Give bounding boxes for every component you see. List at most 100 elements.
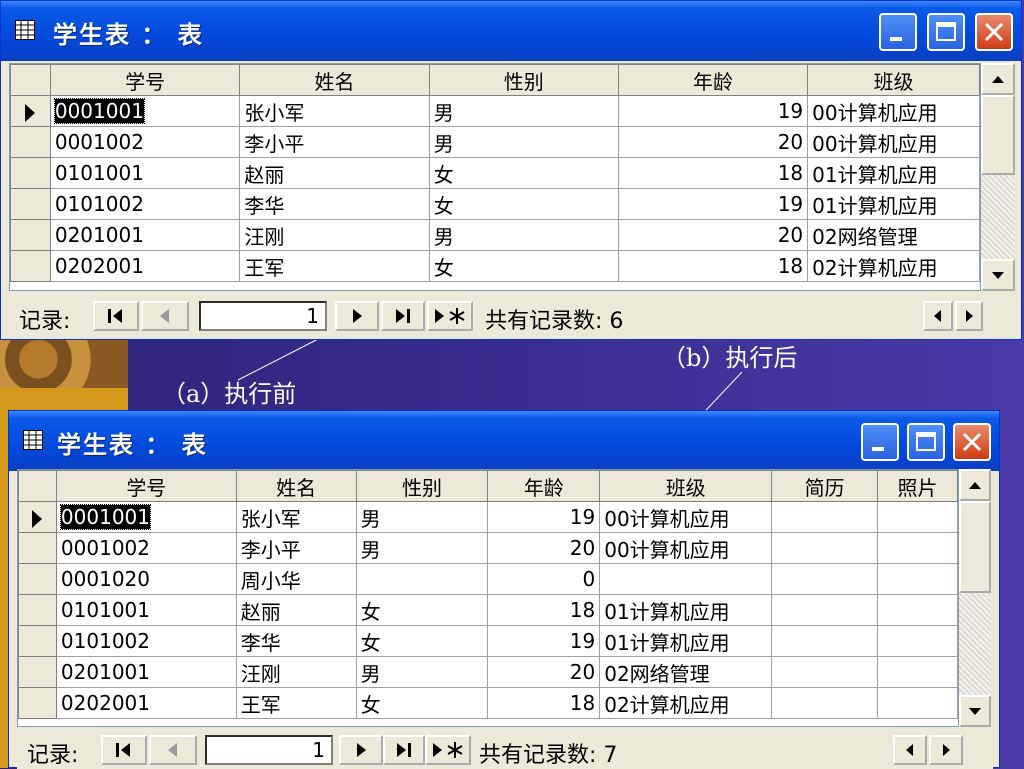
vertical-scrollbar[interactable]	[959, 469, 991, 727]
table-window-before[interactable]: 学生表 ： 表 学号 姓名 性别 年龄 班级 0001001 张小军男 19 00计算机应用 0…	[0, 0, 1022, 340]
table-cell[interactable]: 男	[428, 95, 619, 127]
table-cell[interactable]: 18	[617, 157, 809, 189]
table-cell[interactable]: 0201001	[49, 219, 241, 251]
table-row[interactable]: 0101002 李华女 19 01计算机应用	[18, 625, 958, 657]
record-selector[interactable]	[18, 625, 57, 657]
record-selector[interactable]	[10, 250, 51, 282]
table-cell[interactable]: 周小华	[235, 563, 357, 595]
table-cell[interactable]: 02计算机应用	[807, 250, 980, 282]
table-cell[interactable]	[771, 563, 878, 595]
close-button[interactable]	[975, 13, 1013, 51]
table-cell[interactable]: 00计算机应用	[807, 126, 980, 158]
scroll-down-button[interactable]	[981, 259, 1015, 291]
column-header[interactable]: 性别	[428, 64, 619, 96]
table-cell[interactable]: 02网络管理	[807, 219, 980, 251]
table-cell[interactable]: 女	[428, 250, 619, 282]
table-cell[interactable]: 19	[487, 625, 601, 657]
scroll-thumb[interactable]	[981, 95, 1015, 175]
table-cell[interactable]: 男	[355, 501, 489, 533]
table-row[interactable]: 0001002 李小平男 20 00计算机应用	[18, 532, 958, 564]
table-cell[interactable]	[771, 687, 878, 719]
table-cell[interactable]: 20	[617, 126, 809, 158]
table-cell[interactable]: 赵丽	[239, 157, 430, 189]
table-cell[interactable]: 19	[617, 188, 809, 220]
title-bar[interactable]: 学生表 ： 表	[1, 1, 1021, 61]
table-cell[interactable]	[877, 563, 958, 595]
column-header[interactable]: 班级	[599, 470, 773, 502]
table-cell[interactable]: 01计算机应用	[599, 625, 773, 657]
maximize-button[interactable]	[907, 423, 945, 461]
table-cell[interactable]: 20	[617, 219, 809, 251]
last-record-button[interactable]	[381, 301, 425, 331]
table-cell[interactable]: 赵丽	[235, 594, 357, 626]
column-header[interactable]: 班级	[807, 64, 980, 96]
scroll-left-button[interactable]	[893, 735, 927, 765]
scroll-thumb[interactable]	[959, 501, 991, 593]
table-cell[interactable]	[877, 656, 958, 688]
table-cell[interactable]: 19	[617, 95, 809, 127]
record-selector[interactable]	[18, 656, 57, 688]
datasheet-grid[interactable]: 学号 姓名 性别 年龄 班级 简历 照片 0001001 张小军男 19 00计算机应用 00010…	[17, 469, 959, 727]
table-row[interactable]: 0202001 王军女 18 02计算机应用	[10, 250, 980, 282]
minimize-button[interactable]	[861, 423, 899, 461]
table-cell[interactable]: 李小平	[239, 126, 430, 158]
table-row[interactable]: 0101001 赵丽女 18 01计算机应用	[18, 594, 958, 626]
table-cell[interactable]	[771, 625, 878, 657]
table-cell[interactable]: 0101002	[55, 625, 237, 657]
record-selector[interactable]	[10, 219, 51, 251]
vertical-scrollbar[interactable]	[981, 63, 1015, 291]
table-cell[interactable]: 王军	[239, 250, 430, 282]
column-header[interactable]: 照片	[877, 470, 958, 502]
table-cell[interactable]: 0202001	[55, 687, 237, 719]
last-record-button[interactable]	[383, 735, 425, 765]
table-cell[interactable]	[599, 563, 773, 595]
table-cell[interactable]: 0	[487, 563, 601, 595]
prev-record-button[interactable]	[149, 735, 197, 765]
table-cell[interactable]: 01计算机应用	[807, 188, 980, 220]
table-row[interactable]: 0001001 张小军男 19 00计算机应用	[10, 95, 980, 127]
table-cell[interactable]: 李小平	[235, 532, 357, 564]
table-cell[interactable]	[771, 656, 878, 688]
table-cell[interactable]: 0201001	[55, 656, 237, 688]
table-cell[interactable]	[877, 501, 958, 533]
table-row[interactable]: 0001020 周小华 0	[18, 563, 958, 595]
table-cell[interactable]: 02计算机应用	[599, 687, 773, 719]
column-header[interactable]: 年龄	[617, 64, 809, 96]
table-row[interactable]: 0001001 张小军男 19 00计算机应用	[18, 501, 958, 533]
table-cell[interactable]: 李华	[239, 188, 430, 220]
column-header[interactable]: 性别	[355, 470, 489, 502]
record-selector[interactable]	[10, 126, 51, 158]
table-cell[interactable]: 女	[428, 157, 619, 189]
table-cell[interactable]: 李华	[235, 625, 357, 657]
record-selector[interactable]	[18, 594, 57, 626]
scroll-up-button[interactable]	[981, 63, 1015, 95]
table-cell[interactable]: 00计算机应用	[807, 95, 980, 127]
table-cell[interactable]: 00计算机应用	[599, 501, 773, 533]
table-cell[interactable]: 0101001	[55, 594, 237, 626]
table-cell[interactable]: 20	[487, 656, 601, 688]
column-header[interactable]: 姓名	[239, 64, 430, 96]
table-cell[interactable]: 男	[355, 532, 489, 564]
table-row[interactable]: 0101001 赵丽女 18 01计算机应用	[10, 157, 980, 189]
table-row[interactable]: 0001002 李小平男 20 00计算机应用	[10, 126, 980, 158]
table-cell[interactable]	[877, 687, 958, 719]
header-corner[interactable]	[10, 64, 51, 96]
column-header[interactable]: 学号	[49, 64, 241, 96]
table-cell[interactable]: 女	[355, 625, 489, 657]
table-cell[interactable]: 汪刚	[235, 656, 357, 688]
table-row[interactable]: 0201001 汪刚男 20 02网络管理	[18, 656, 958, 688]
table-cell[interactable]: 18	[487, 594, 601, 626]
scroll-down-button[interactable]	[959, 695, 991, 727]
column-header[interactable]: 简历	[771, 470, 878, 502]
table-cell[interactable]: 0001001	[55, 501, 237, 533]
datasheet-grid[interactable]: 学号 姓名 性别 年龄 班级 0001001 张小军男 19 00计算机应用 0001002 李小…	[9, 63, 981, 291]
record-selector[interactable]	[18, 687, 57, 719]
table-cell[interactable]: 0001002	[55, 532, 237, 564]
table-cell[interactable]: 女	[428, 188, 619, 220]
column-header[interactable]: 学号	[55, 470, 237, 502]
table-cell[interactable]	[355, 563, 489, 595]
column-header[interactable]: 年龄	[487, 470, 601, 502]
table-cell[interactable]: 0202001	[49, 250, 241, 282]
current-record-input[interactable]: 1	[205, 735, 333, 765]
table-cell[interactable]	[771, 594, 878, 626]
